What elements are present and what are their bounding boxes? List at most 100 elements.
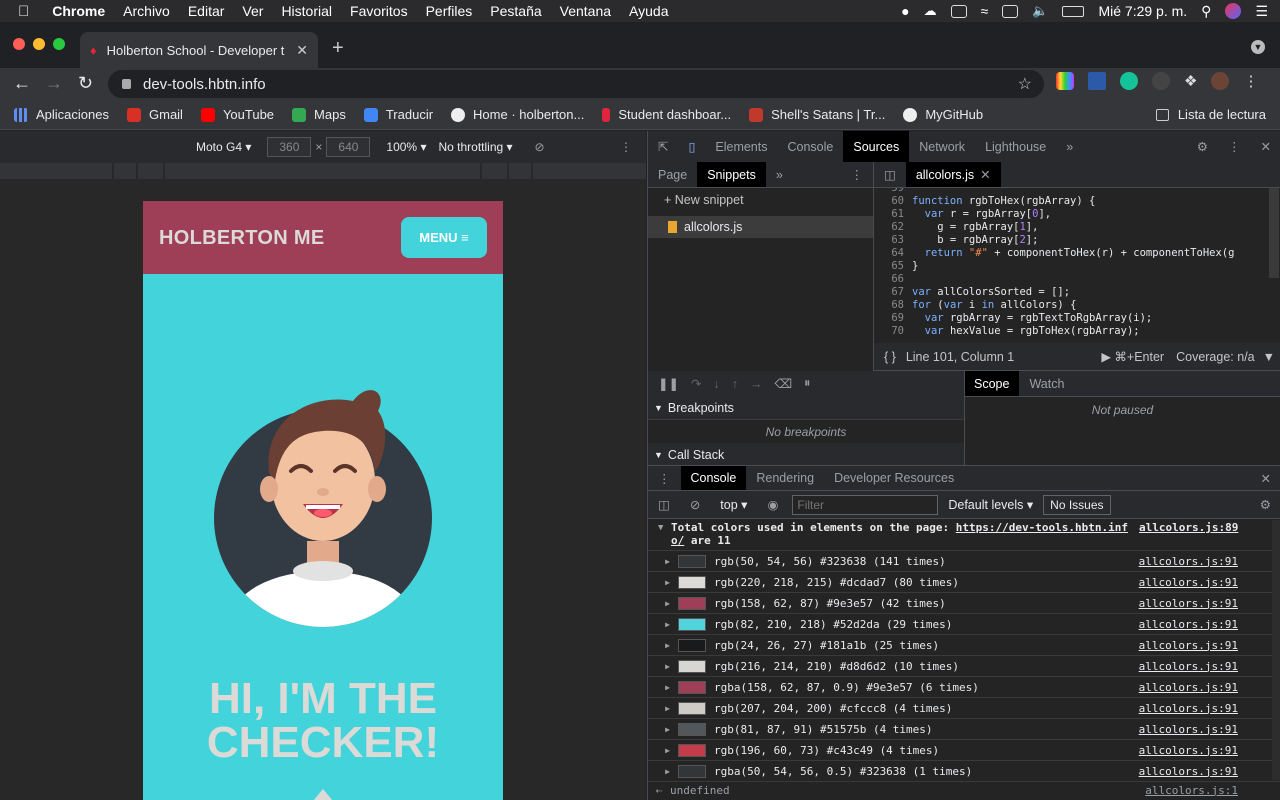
line-number[interactable]: 70 <box>874 325 912 338</box>
menu-perfiles[interactable]: Perfiles <box>417 3 482 19</box>
group-link[interactable]: https://dev-tools.hbtn.inf <box>956 521 1128 534</box>
profile-avatar[interactable] <box>1211 72 1230 90</box>
lightning-extension-icon[interactable] <box>1088 72 1106 90</box>
control-center-icon[interactable]: ☰ <box>1255 3 1268 20</box>
expand-triangle-icon[interactable]: ▶ <box>648 704 678 713</box>
line-number[interactable]: 60 <box>874 195 912 208</box>
forward-icon[interactable]: → <box>45 73 63 94</box>
line-number[interactable]: 68 <box>874 299 912 312</box>
line-number[interactable]: 69 <box>874 312 912 325</box>
apple-icon[interactable]:  <box>0 3 43 20</box>
viewport-height-input[interactable] <box>326 137 371 157</box>
menu-ayuda[interactable]: Ayuda <box>620 3 677 19</box>
new-snippet-button[interactable]: + New snippet <box>664 193 744 207</box>
inspect-element-icon[interactable]: ⇱ <box>648 131 678 162</box>
line-number[interactable]: 62 <box>874 221 912 234</box>
colorzilla-extension-icon[interactable] <box>1056 72 1074 90</box>
deactivate-breakpoints-icon[interactable]: ⌫ <box>768 371 798 396</box>
expand-triangle-icon[interactable]: ▶ <box>648 767 678 776</box>
line-number[interactable]: 64 <box>874 247 912 260</box>
bookmark-maps[interactable]: Maps <box>292 107 346 122</box>
code-line[interactable]: 59 <box>874 188 1234 195</box>
code-editor[interactable]: 59 60 function rgbToHex(rgbArray) {61 var … <box>874 188 1280 343</box>
bookmark-traducir[interactable]: Traducir <box>363 107 433 122</box>
toggle-navigator-icon[interactable]: ◫ <box>874 162 906 187</box>
expand-triangle-icon[interactable]: ▶ <box>648 578 678 587</box>
expand-triangle-icon[interactable]: ▶ <box>648 746 678 755</box>
tab-scope[interactable]: Scope <box>964 371 1020 396</box>
devtools-menu-icon[interactable]: ⋮ <box>1218 131 1251 162</box>
console-scrollbar[interactable] <box>1272 520 1280 780</box>
breakpoints-section[interactable]: ▼ Breakpoints <box>648 396 964 420</box>
code-line[interactable]: 63 b = rgbArray[2]; <box>874 234 1234 247</box>
volume-icon[interactable]: 🔈 <box>1032 3 1048 19</box>
row-source-link[interactable]: allcolors.js:91 <box>1139 555 1238 568</box>
group-link-cont[interactable]: o/ <box>671 534 684 547</box>
more-nav-icon[interactable]: » <box>766 162 793 187</box>
menu-button[interactable]: MENU ≡ <box>401 217 487 258</box>
expand-triangle-icon[interactable]: ▶ <box>648 557 678 566</box>
drawer-tab-rendering[interactable]: Rendering <box>746 466 824 490</box>
editor-tab-allcolors[interactable]: allcolors.js ✕ <box>905 162 1001 187</box>
tab-snippets[interactable]: Snippets <box>697 162 766 187</box>
row-source-link[interactable]: allcolors.js:91 <box>1139 723 1238 736</box>
expand-triangle-icon[interactable]: ▶ <box>648 620 678 629</box>
spotlight-search-icon[interactable]: ⚲ <box>1201 3 1211 20</box>
row-source-link[interactable]: allcolors.js:91 <box>1139 639 1238 652</box>
console-sidebar-icon[interactable]: ◫ <box>648 491 680 518</box>
pause-on-exceptions-icon[interactable]: ⏸ <box>798 371 816 396</box>
bookmark-star-icon[interactable]: ☆ <box>1018 74 1032 94</box>
close-editor-tab-icon[interactable]: ✕ <box>980 167 990 182</box>
log-levels-select[interactable]: Default levels ▾ <box>938 491 1043 518</box>
callstack-section[interactable]: ▼ Call Stack <box>648 443 964 467</box>
expand-triangle-icon[interactable]: ▶ <box>648 683 678 692</box>
step-into-icon[interactable]: ↓ <box>707 371 725 396</box>
close-devtools-icon[interactable]: ✕ <box>1251 131 1280 162</box>
drawer-menu-icon[interactable]: ⋮ <box>648 466 681 490</box>
tab-watch[interactable]: Watch <box>1019 371 1074 396</box>
code-line[interactable]: 60 function rgbToHex(rgbArray) { <box>874 195 1234 208</box>
line-number[interactable]: 66 <box>874 273 912 286</box>
wifi-icon[interactable]: ≈ <box>981 3 989 19</box>
row-source-link[interactable]: allcolors.js:91 <box>1139 765 1238 778</box>
row-source-link[interactable]: allcolors.js:91 <box>1139 681 1238 694</box>
code-line[interactable]: 66 <box>874 273 1234 286</box>
editor-scrollbar[interactable] <box>1269 188 1279 278</box>
line-number[interactable]: 63 <box>874 234 912 247</box>
expand-triangle-icon[interactable]: ▶ <box>648 725 678 734</box>
settings-gear-icon[interactable]: ⚙ <box>1187 131 1218 162</box>
step-out-icon[interactable]: ↑ <box>726 371 744 396</box>
console-row[interactable]: ▶ rgb(207, 204, 200) #cfccc8 (4 times) all… <box>648 698 1280 719</box>
bookmark-aplicaciones[interactable]: Aplicaciones <box>14 107 109 122</box>
pause-icon[interactable]: ❚❚ <box>648 371 685 396</box>
pretty-print-icon[interactable]: { } <box>874 350 906 364</box>
step-over-icon[interactable]: ↷ <box>685 371 707 396</box>
line-number[interactable]: 65 <box>874 260 912 273</box>
code-line[interactable]: 70 var hexValue = rgbToHex(rgbArray); <box>874 325 1234 338</box>
bookmark-student-dashboard[interactable]: Student dashboar... <box>602 107 731 122</box>
device-toggle-icon[interactable]: ▯ <box>678 131 705 162</box>
menu-archivo[interactable]: Archivo <box>114 3 179 19</box>
console-row[interactable]: ▶ rgb(196, 60, 73) #c43c49 (4 times) allco… <box>648 740 1280 761</box>
back-icon[interactable]: ← <box>13 73 31 94</box>
row-source-link[interactable]: allcolors.js:91 <box>1139 618 1238 631</box>
group-source-link[interactable]: allcolors.js:89 <box>1139 521 1238 534</box>
tab-elements[interactable]: Elements <box>705 131 777 162</box>
cloud-icon[interactable]: ☁ <box>924 3 937 19</box>
console-filter-input[interactable] <box>792 494 939 515</box>
menu-app-name[interactable]: Chrome <box>43 3 114 19</box>
code-lines[interactable]: 59 60 function rgbToHex(rgbArray) {61 var … <box>874 188 1234 338</box>
console-row[interactable]: ▶ rgb(82, 210, 218) #52d2da (29 times) all… <box>648 614 1280 635</box>
menu-ver[interactable]: Ver <box>233 3 272 19</box>
expand-triangle-icon[interactable]: ▶ <box>648 641 678 650</box>
drawer-tab-developer-resources[interactable]: Developer Resources <box>824 466 964 490</box>
line-number[interactable]: 61 <box>874 208 912 221</box>
console-row[interactable]: ▶ rgb(158, 62, 87) #9e3e57 (42 times) allc… <box>648 593 1280 614</box>
code-line[interactable]: 69 var rgbArray = rgbTextToRgbArray(i); <box>874 312 1234 325</box>
console-row[interactable]: ▶ rgb(24, 26, 27) #181a1b (25 times) allco… <box>648 635 1280 656</box>
line-number[interactable]: 67 <box>874 286 912 299</box>
issues-button[interactable]: No Issues <box>1043 494 1111 515</box>
reload-icon[interactable]: ↻ <box>78 73 93 94</box>
context-select[interactable]: top ▾ <box>710 491 757 518</box>
zoom-window-button[interactable] <box>53 38 65 50</box>
